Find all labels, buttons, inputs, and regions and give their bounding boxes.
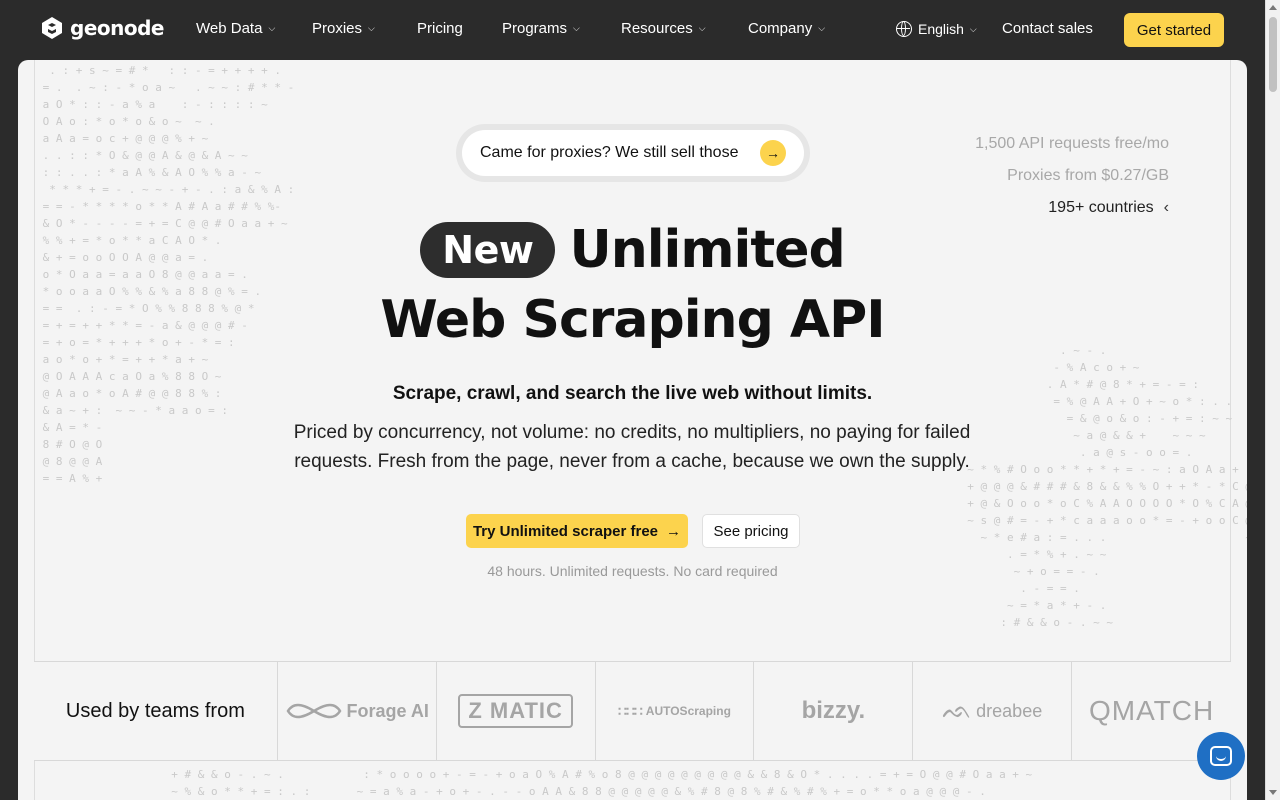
nav-pricing-label: Pricing: [417, 20, 463, 37]
logo-mark-icon: [42, 17, 62, 39]
nav-company[interactable]: Company ⌵: [748, 20, 825, 37]
hero-title-line1: New Unlimited: [18, 220, 1247, 280]
nav-web-data-label: Web Data: [196, 20, 263, 37]
promo-text: Came for proxies? We still sell those: [480, 144, 739, 161]
promo-pill-inner: Came for proxies? We still sell those →: [462, 130, 804, 176]
arrow-right-icon: →: [760, 140, 786, 166]
chevron-down-icon: ⌵: [698, 23, 706, 33]
chevron-down-icon: ⌵: [368, 23, 375, 33]
nav-programs[interactable]: Programs ⌵: [502, 20, 580, 37]
nav-resources[interactable]: Resources ⌵: [621, 20, 706, 37]
chevron-down-icon: ⌵: [969, 23, 977, 34]
logo-bizzy: bizzy.: [754, 662, 914, 760]
logo-zmatic-word: MATIC: [489, 698, 563, 723]
nav-programs-label: Programs: [502, 20, 568, 37]
logo-dreabee: ᨒ dreabee: [913, 662, 1073, 760]
language-label: English: [918, 21, 964, 37]
logo-autoscraping-text: AUTOScraping: [645, 704, 731, 718]
chevron-down-icon: ⌵: [268, 23, 276, 33]
page-scrollbar[interactable]: [1265, 0, 1280, 800]
chevron-down-icon: ⌵: [573, 23, 580, 33]
chevron-left-icon[interactable]: ‹: [1164, 196, 1169, 220]
hero-subhead: Scrape, crawl, and search the live web w…: [392, 383, 873, 404]
scroll-up-icon[interactable]: [1269, 5, 1277, 10]
hero-title-unlimited: Unlimited: [569, 220, 845, 280]
stat-countries-label: 195+ countries: [1048, 199, 1154, 216]
dreabee-mark-icon: ᨒ: [942, 697, 973, 724]
top-nav: geonode Web Data ⌵ Proxies ⌵ Pricing Pro…: [0, 0, 1265, 60]
logo-zmatic-text: Z MATIC: [458, 694, 573, 728]
stat-api-requests: 1,500 API requests free/mo: [975, 135, 1169, 152]
logo-autoscraping: ∷∷∷ AUTOScraping: [596, 662, 755, 760]
stat-proxy-price: Proxies from $0.27/GB: [1007, 167, 1169, 184]
logo-dreabee-text: dreabee: [976, 700, 1043, 721]
logo-forage-ai-text: Forage AI: [346, 700, 429, 721]
nav-company-label: Company: [748, 20, 813, 37]
logo-zmatic: Z MATIC: [437, 662, 596, 760]
logo-forage-ai: Forage AI: [278, 662, 437, 760]
hero-description: Priced by concurrency, not volume: no cr…: [293, 422, 971, 472]
logos-label: Used by teams from: [34, 662, 278, 760]
arrow-right-icon: →: [666, 522, 682, 540]
new-badge: New: [420, 222, 556, 278]
infinity-icon: [286, 703, 342, 719]
logo-text: geonode: [70, 16, 164, 40]
chevron-down-icon: ⌵: [818, 23, 826, 33]
try-unlimited-button[interactable]: Try Unlimited scraper free →: [466, 514, 688, 548]
globe-icon: [896, 21, 912, 37]
geonode-logo[interactable]: geonode: [40, 16, 164, 40]
trial-note: 48 hours. Unlimited requests. No card re…: [487, 563, 778, 579]
nav-pricing[interactable]: Pricing: [417, 20, 463, 37]
scroll-down-icon[interactable]: [1269, 790, 1277, 795]
dots-icon: ∷∷∷: [618, 702, 643, 719]
stats-rotator: 1,500 API requests free/mo Proxies from …: [975, 132, 1169, 228]
contact-sales-link[interactable]: Contact sales: [1002, 20, 1093, 37]
hero-title-line2: Web Scraping API: [380, 290, 885, 350]
chat-button[interactable]: [1197, 732, 1245, 780]
nav-proxies-label: Proxies: [312, 20, 363, 37]
get-started-button[interactable]: Get started: [1124, 13, 1224, 47]
nav-resources-label: Resources: [621, 20, 693, 37]
language-selector[interactable]: English ⌵: [896, 21, 977, 37]
nav-web-data[interactable]: Web Data ⌵: [196, 20, 275, 37]
customer-logos: Used by teams from Forage AI Z MATIC ∷∷∷…: [34, 661, 1231, 761]
chat-icon: [1210, 746, 1232, 766]
see-pricing-button[interactable]: See pricing: [702, 514, 800, 548]
nav-proxies[interactable]: Proxies ⌵: [312, 20, 375, 37]
promo-pill[interactable]: Came for proxies? We still sell those →: [456, 124, 810, 182]
scroll-thumb[interactable]: [1269, 17, 1277, 92]
hero-card: . : + s ~ = # * : : - = + + + + . = . . …: [18, 60, 1247, 800]
try-unlimited-label: Try Unlimited scraper free: [472, 522, 659, 540]
